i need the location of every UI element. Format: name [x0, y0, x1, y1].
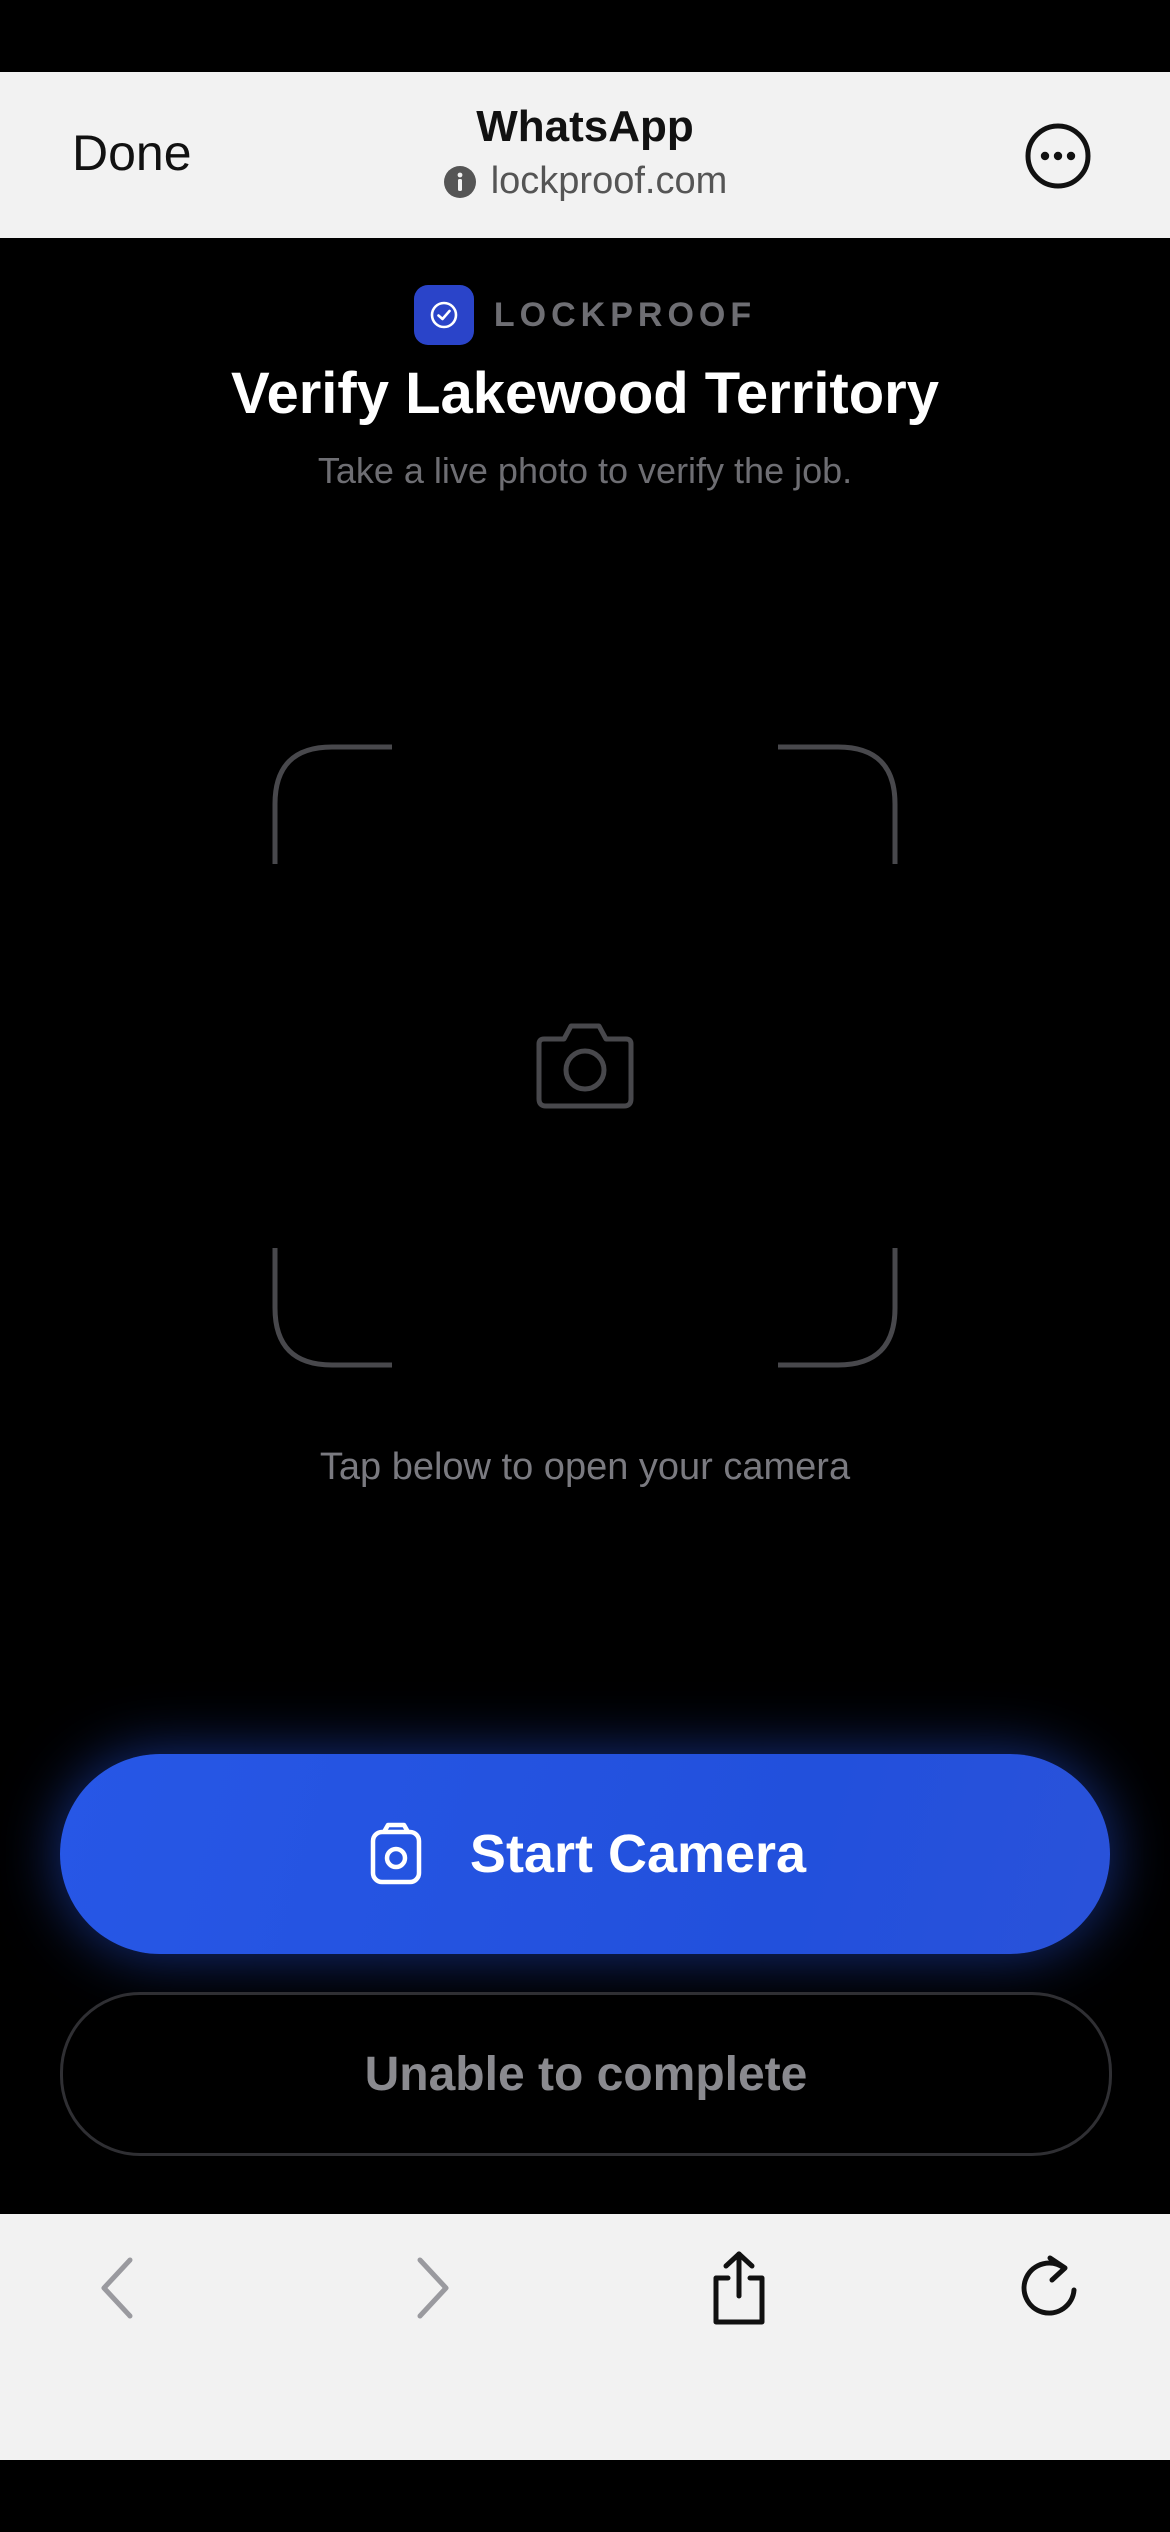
page-title: Verify Lakewood Territory: [230, 361, 940, 426]
share-icon[interactable]: [704, 2250, 774, 2326]
more-icon[interactable]: [1024, 122, 1092, 190]
info-icon[interactable]: [443, 165, 477, 199]
checkmark-badge-icon: [430, 301, 458, 329]
browser-toolbar: [0, 2214, 1170, 2460]
forward-icon[interactable]: [394, 2250, 464, 2326]
browser-title: WhatsApp: [476, 102, 694, 151]
verification-page: LOCKPROOF Verify Lakewood Territory Take…: [0, 238, 1170, 2214]
brand-row: LOCKPROOF: [0, 284, 1170, 346]
unable-to-complete-label: Unable to complete: [364, 2047, 808, 2101]
camera-hint: Tap below to open your camera: [319, 1446, 851, 1488]
brand-name: LOCKPROOF: [493, 295, 757, 334]
start-camera-label: Start Camera: [469, 1824, 807, 1884]
status-bar: [0, 0, 1170, 72]
camera-icon: [370, 1822, 422, 1885]
home-indicator-area: [0, 2460, 1170, 2532]
reload-icon[interactable]: [1014, 2250, 1084, 2326]
browser-url-row: lockproof.com: [0, 160, 1170, 203]
start-camera-button[interactable]: Start Camera: [60, 1754, 1110, 1954]
back-icon[interactable]: [86, 2250, 156, 2326]
browser-header: Done WhatsApp lockproof.com: [0, 72, 1170, 238]
unable-to-complete-button[interactable]: Unable to complete: [60, 1992, 1112, 2156]
brand-logo: [413, 285, 474, 345]
camera-icon: [536, 1023, 634, 1109]
page-subtitle: Take a live photo to verify the job.: [317, 450, 853, 491]
browser-url: lockproof.com: [490, 160, 728, 202]
